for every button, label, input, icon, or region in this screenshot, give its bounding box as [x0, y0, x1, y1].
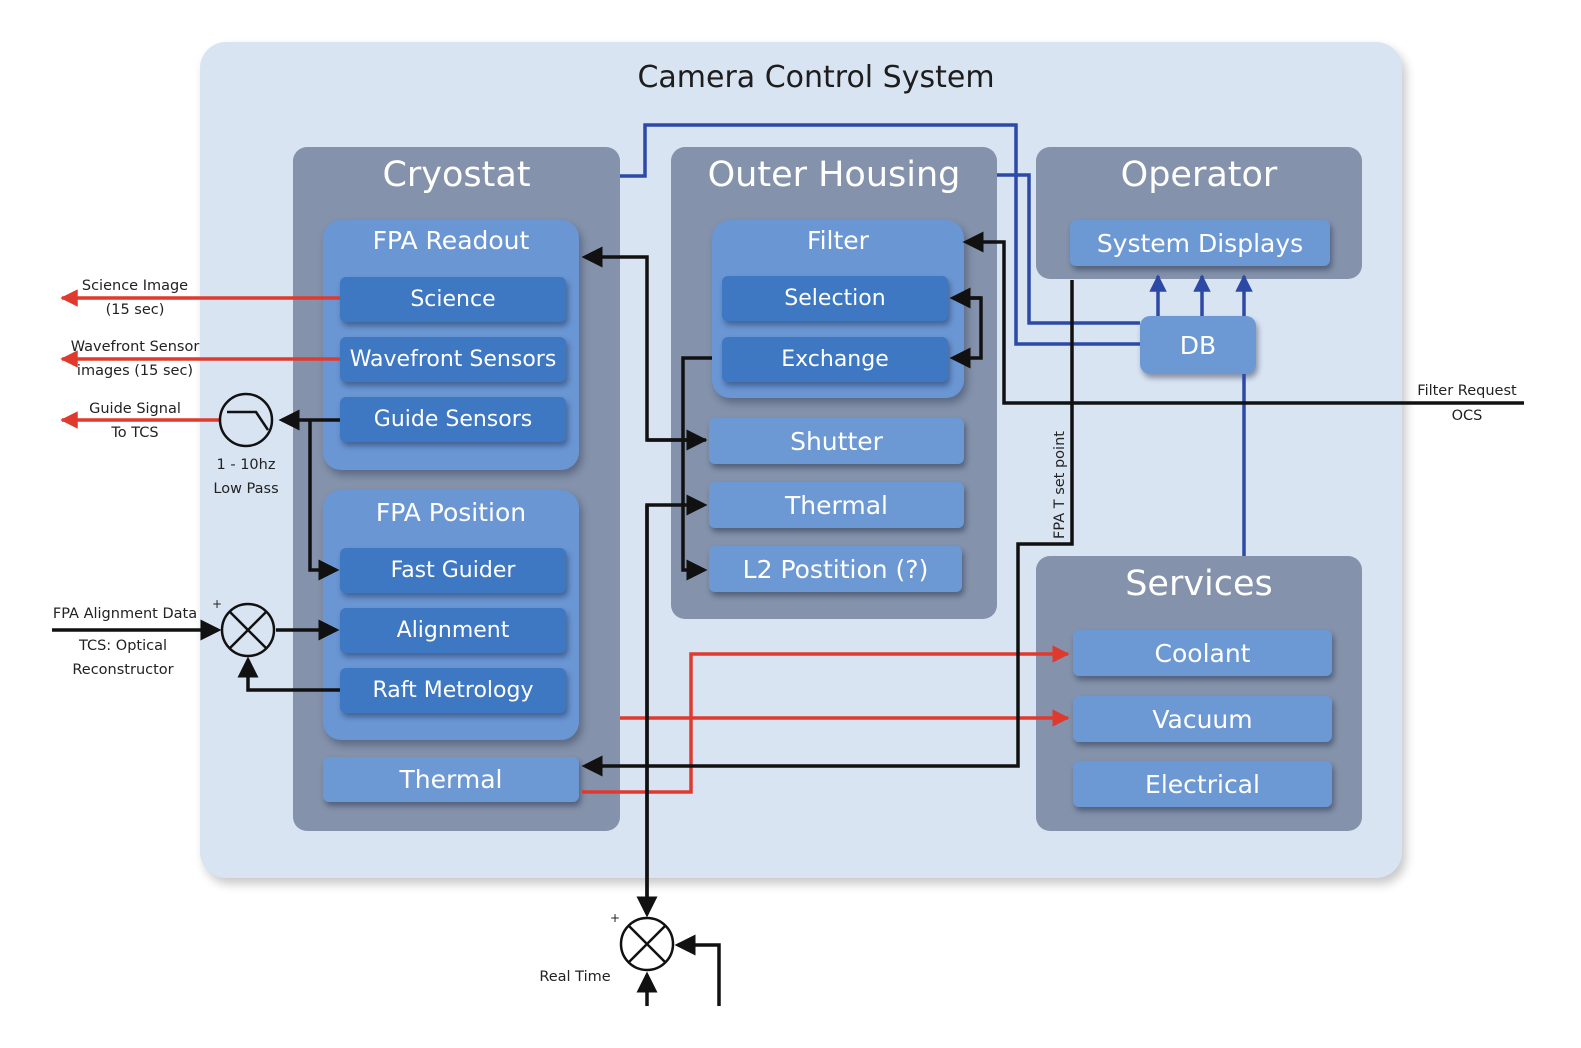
black-selection-exchange [949, 296, 983, 369]
filter-request-label: Filter Request [1417, 383, 1517, 399]
plus-sign-realtime: + [609, 911, 621, 925]
fpa-alignment-data-label: FPA Alignment Data [52, 606, 198, 622]
science-image-label: Science Image (15 sec) [60, 274, 210, 322]
black-exchange-to-l2 [681, 356, 712, 581]
red-thermal-coolant [582, 645, 1070, 794]
science-image-label-line1: Science Image [81, 278, 189, 294]
wavefront-label: Wavefront Sensor images (15 sec) [60, 335, 210, 383]
low-pass-label-line2: Low Pass [213, 481, 279, 497]
plus-sign-alignment: + [211, 597, 223, 611]
summing-junction-realtime-icon [619, 916, 675, 972]
black-thermal-loop [645, 494, 708, 912]
blue-link-cryostat-db [620, 123, 1140, 346]
summing-junction-alignment-icon [220, 602, 276, 658]
ocs-label: OCS [1451, 408, 1483, 424]
black-realtime-feedback [674, 934, 721, 1006]
tcs-optical-label-line2: Reconstructor [72, 662, 174, 678]
black-fpa-t-setpoint [581, 280, 1074, 777]
real-time-label: Real Time [539, 969, 611, 985]
black-shutter-readout [581, 246, 706, 442]
guide-signal-label-line2: To TCS [111, 425, 159, 441]
tcs-optical-label: TCS: Optical Reconstructor [48, 634, 198, 682]
black-guide-to-fastguider [308, 420, 340, 581]
guide-signal-label-line1: Guide Signal [89, 401, 181, 417]
low-pass-filter-icon [218, 392, 274, 448]
wavefront-label-line2: images (15 sec) [76, 363, 194, 379]
tcs-optical-label-line1: TCS: Optical [78, 638, 168, 654]
guide-signal-label: Guide Signal To TCS [60, 397, 210, 445]
connection-wires [52, 123, 1524, 1006]
low-pass-label-line1: 1 - 10hz [216, 457, 276, 473]
fpa-t-set-point-label: FPA T set point [1052, 431, 1068, 539]
black-raft-feedback [237, 656, 340, 692]
low-pass-label: 1 - 10hz Low Pass [196, 453, 296, 501]
wavefront-label-line1: Wavefront Sensor [70, 339, 200, 355]
blue-link-outer-housing-db [997, 173, 1140, 325]
science-image-label-line2: (15 sec) [105, 302, 165, 318]
